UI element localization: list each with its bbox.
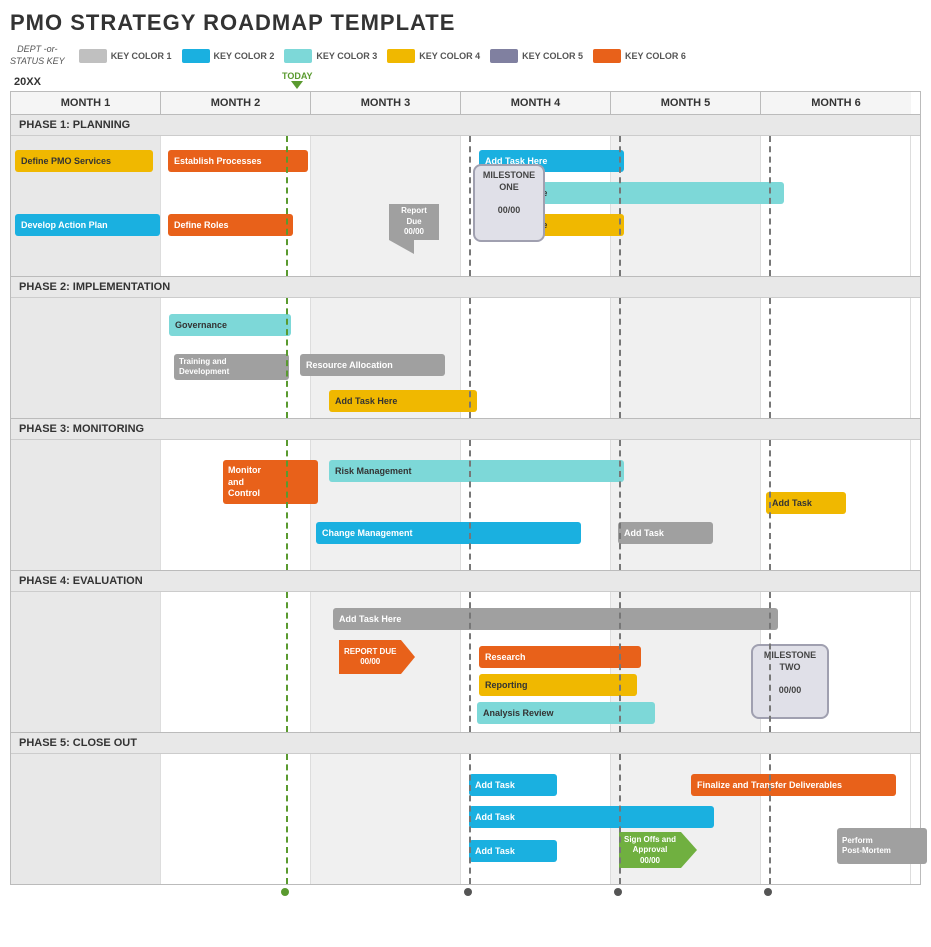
task-post-mortem: PerformPost-Mortem [837,828,927,864]
dashed-line-p4-1 [469,592,471,732]
task-add-task-p5-2: Add Task [469,806,714,828]
dashed-line-p1-1 [469,136,471,276]
task-governance: Governance [169,314,291,336]
legend-item-6: KEY COLOR 6 [593,49,686,63]
report-due-p1: ReportDue00/00 [389,204,439,253]
today-line-p5 [286,754,288,884]
phase2-section: PHASE 2: IMPLEMENTATION Governance Train… [11,277,920,419]
month-6: MONTH 6 [761,92,911,114]
report-due-p4: REPORT DUE00/00 [339,640,415,674]
year-label: 20XX [14,76,41,88]
month-2: MONTH 2 [161,92,311,114]
task-define-roles: Define Roles [168,214,293,236]
legend-item-5: KEY COLOR 5 [490,49,583,63]
dashed-line-p5-3 [769,754,771,884]
task-change-mgmt: Change Management [316,522,581,544]
legend-dept-label: DEPT -or-STATUS KEY [10,44,65,67]
task-monitor-control: MonitorandControl [223,460,318,504]
phase3-body: MonitorandControl Risk Management Add Ta… [11,440,920,570]
month-1: MONTH 1 [11,92,161,114]
task-finalize: Finalize and Transfer Deliverables [691,774,896,796]
legend-item-2: KEY COLOR 2 [182,49,275,63]
legend-item-1: KEY COLOR 1 [79,49,172,63]
month-4: MONTH 4 [461,92,611,114]
signoffs-chevron: Sign Offs andApproval00/00 [619,832,697,868]
phase4-section: PHASE 4: EVALUATION Add Task Here REPORT… [11,571,920,733]
phase5-header: PHASE 5: CLOSE OUT [11,733,920,754]
today-line-p4 [286,592,288,732]
task-add-task-p5-1: Add Task [469,774,557,796]
task-training: Training andDevelopment [174,354,289,380]
today-line-p3 [286,440,288,570]
legend: DEPT -or-STATUS KEY KEY COLOR 1 KEY COLO… [10,44,921,67]
today-line-p2 [286,298,288,418]
dashed-line-p3-3 [769,440,771,570]
year-row: 20XX TODAY [10,73,921,91]
task-add-task-p5-3: Add Task [469,840,557,862]
phase1-section: PHASE 1: PLANNING Define PMO Services Es… [11,115,920,277]
task-reporting: Reporting [479,674,637,696]
phase2-header: PHASE 2: IMPLEMENTATION [11,277,920,298]
dashed-line-p1-2 [619,136,621,276]
dashed-line-p4-2 [619,592,621,732]
dashed-line-p2-2 [619,298,621,418]
task-resource-allocation: Resource Allocation [300,354,445,376]
dot-m5 [614,888,622,896]
milestone-one: MILESTONEONE00/00 [473,164,545,242]
task-develop-action: Develop Action Plan [15,214,160,236]
phase3-header: PHASE 3: MONITORING [11,419,920,440]
dashed-line-p2-1 [469,298,471,418]
phase2-body: Governance Training andDevelopment Resou… [11,298,920,418]
today-arrow-down [291,81,303,89]
phase1-body: Define PMO Services Establish Processes … [11,136,920,276]
task-define-pmo: Define PMO Services [15,150,153,172]
main-title: PMO STRATEGY ROADMAP TEMPLATE [10,10,921,36]
task-add-task-p3-1: Add Task [766,492,846,514]
phase4-body: Add Task Here REPORT DUE00/00 Research R… [11,592,920,732]
dashed-line-p3-1 [469,440,471,570]
dot-m6 [764,888,772,896]
task-research: Research [479,646,641,668]
milestone-two: MILESTONETWO00/00 [751,644,829,719]
today-label: TODAY [282,71,313,81]
dot-today [281,888,289,896]
dashed-line-p1-3 [769,136,771,276]
legend-item-3: KEY COLOR 3 [284,49,377,63]
task-add-task-p2: Add Task Here [329,390,477,412]
phase5-section: PHASE 5: CLOSE OUT Add Task Finalize and… [11,733,920,884]
month-5: MONTH 5 [611,92,761,114]
month-3: MONTH 3 [311,92,461,114]
months-header: MONTH 1 MONTH 2 MONTH 3 MONTH 4 MONTH 5 … [11,92,920,115]
bottom-dots-row [10,885,910,899]
phase3-section: PHASE 3: MONITORING MonitorandControl Ri… [11,419,920,571]
task-add-task-p3-2: Add Task [618,522,713,544]
dashed-line-p5-2 [619,754,621,884]
legend-item-4: KEY COLOR 4 [387,49,480,63]
task-analysis-review: Analysis Review [477,702,655,724]
task-risk-mgmt: Risk Management [329,460,624,482]
roadmap-grid: MONTH 1 MONTH 2 MONTH 3 MONTH 4 MONTH 5 … [10,91,921,885]
phase1-header: PHASE 1: PLANNING [11,115,920,136]
task-add-task-p4-1: Add Task Here [333,608,778,630]
dashed-line-p3-2 [619,440,621,570]
today-marker: TODAY [282,71,313,89]
dashed-line-p5-1 [469,754,471,884]
dashed-line-p4-3 [769,592,771,732]
dot-m4 [464,888,472,896]
phase5-body: Add Task Finalize and Transfer Deliverab… [11,754,920,884]
today-line-p1 [286,136,288,276]
dashed-line-p2-3 [769,298,771,418]
phase4-header: PHASE 4: EVALUATION [11,571,920,592]
